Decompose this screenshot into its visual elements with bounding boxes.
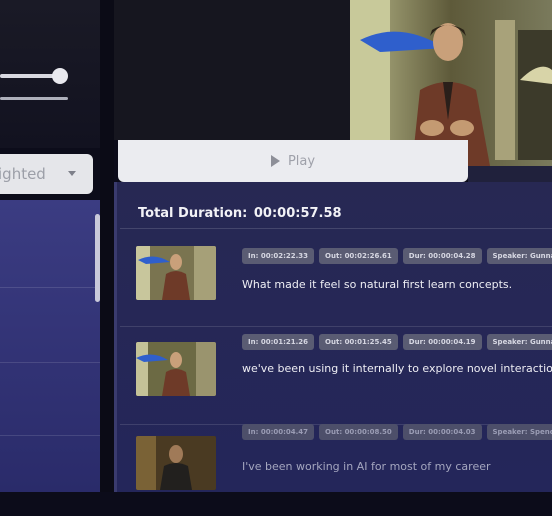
speaker-badge: Speaker: Spencer [486,424,552,440]
in-time-badge: In: 00:00:04.47 [242,424,315,440]
left-list-panel [0,200,100,492]
duration-badge: Dur: 00:00:04.28 [402,248,482,264]
speaker-badge: Speaker: Gunnar [486,248,552,264]
left-controls-panel [0,0,100,148]
clip-thumbnail[interactable] [136,436,216,490]
clip-thumbnail[interactable] [136,246,216,300]
highlight-mode-value: ighted [0,165,46,183]
list-divider [0,362,100,363]
list-divider [0,287,100,288]
clip-transcript: I've been working in AI for most of my c… [242,460,491,473]
in-time-badge: In: 00:02:22.33 [242,248,315,264]
out-time-badge: Out: 00:01:25.45 [319,334,398,350]
speaker-badge: Speaker: Gunnar [486,334,552,350]
in-time-badge: In: 00:01:21.26 [242,334,315,350]
clip-thumbnail[interactable] [136,342,216,396]
total-duration-label: Total Duration: [138,206,248,221]
total-duration-value: 00:00:57.58 [253,206,342,221]
list-divider [0,435,100,436]
clip-row[interactable]: In: 00:01:21.26 Out: 00:01:25.45 Dur: 00… [120,326,552,418]
highlight-mode-select[interactable]: ighted [0,154,93,194]
total-duration: Total Duration: 00:00:57.58 [138,206,342,221]
player-controls-extension [468,166,552,182]
clip-tags: In: 00:02:22.33 Out: 00:02:26.61 Dur: 00… [242,248,552,264]
clip-tags: In: 00:01:21.26 Out: 00:01:25.45 Dur: 00… [242,334,552,350]
clip-transcript: What made it feel so natural first learn… [242,278,513,291]
play-icon [270,155,280,167]
clip-row[interactable]: In: 00:00:04.47 Out: 00:00:08.50 Dur: 00… [120,424,552,516]
duration-badge: Dur: 00:00:04.03 [402,424,482,440]
clip-transcript: we've been using it internally to explor… [242,362,552,375]
chevron-down-icon [68,171,76,176]
clip-tags: In: 00:00:04.47 Out: 00:00:08.50 Dur: 00… [242,424,552,440]
out-time-badge: Out: 00:00:08.50 [319,424,398,440]
clip-row[interactable]: In: 00:02:22.33 Out: 00:02:26.61 Dur: 00… [120,230,552,322]
play-button[interactable]: Play [118,140,468,182]
play-label: Play [287,153,316,169]
secondary-slider-track[interactable] [0,97,68,100]
duration-badge: Dur: 00:00:04.19 [402,334,482,350]
panel-gap [100,0,114,492]
volume-slider-thumb[interactable] [52,68,68,84]
out-time-badge: Out: 00:02:26.61 [319,248,398,264]
header-divider [120,228,552,229]
